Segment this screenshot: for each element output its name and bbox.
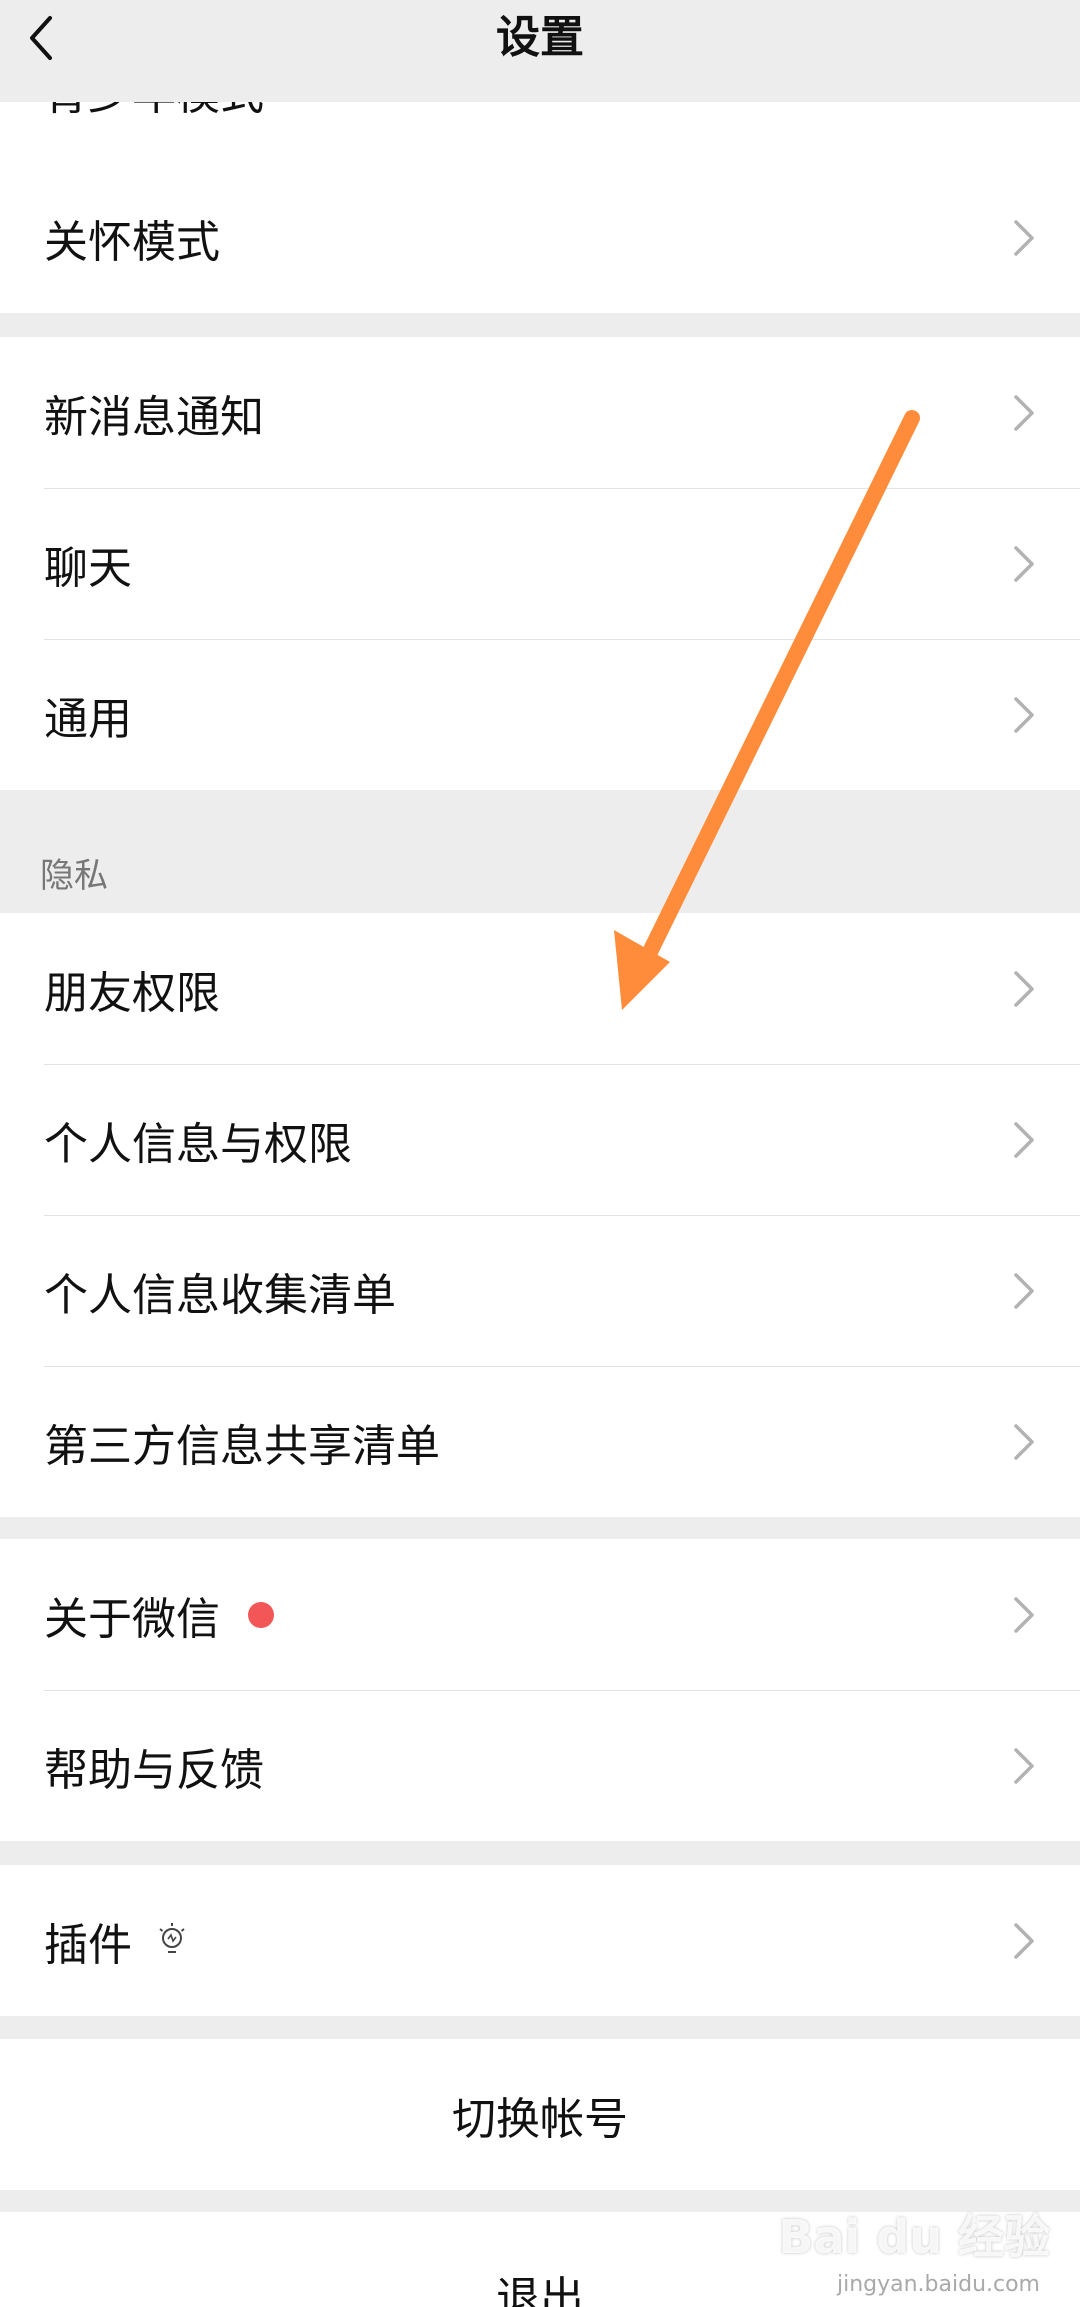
chevron-right-icon (1014, 970, 1034, 1007)
watermark-logo: Bai du 经验 (778, 2210, 1050, 2264)
settings-item-notifications[interactable]: 新消息通知 (0, 337, 1080, 488)
chevron-right-icon (1014, 1596, 1034, 1633)
logout-label: 退出 (496, 2273, 584, 2307)
page-title: 设置 (496, 12, 584, 63)
settings-group-general: 新消息通知 聊天 通用 (0, 337, 1080, 790)
settings-item-label: 个人信息与权限 (44, 1118, 352, 1170)
chevron-right-icon (1014, 1747, 1034, 1784)
chevron-right-icon (1014, 1272, 1034, 1309)
settings-group-about: 关于微信 帮助与反馈 (0, 1539, 1080, 1841)
settings-item-label: 第三方信息共享清单 (44, 1420, 440, 1472)
chevron-right-icon (1014, 394, 1034, 431)
settings-item-personal-info-permissions[interactable]: 个人信息与权限 (0, 1064, 1080, 1215)
settings-group-plugins: 插件 (0, 1865, 1080, 2016)
settings-item-friend-permissions[interactable]: 朋友权限 (0, 913, 1080, 1064)
chevron-right-icon (1014, 219, 1034, 256)
chevron-right-icon (1014, 1121, 1034, 1158)
switch-account-button[interactable]: 切换帐号 (0, 2039, 1080, 2190)
settings-item-plugins[interactable]: 插件 (0, 1865, 1080, 2016)
settings-item-label: 青少年模式 (44, 102, 264, 122)
chevron-right-icon (1014, 696, 1034, 733)
switch-account-group: 切换帐号 (0, 2039, 1080, 2190)
settings-item-chat[interactable]: 聊天 (0, 488, 1080, 639)
settings-item-label: 关于微信 (44, 1593, 220, 1645)
settings-item-label: 插件 (44, 1919, 132, 1971)
red-dot-icon (248, 1601, 274, 1628)
settings-item-help-feedback[interactable]: 帮助与反馈 (0, 1690, 1080, 1841)
section-label-privacy: 隐私 (40, 856, 108, 896)
settings-group-care: 关怀模式 (0, 162, 1080, 313)
settings-group-privacy: 朋友权限 个人信息与权限 个人信息收集清单 第三方信息共享清单 (0, 913, 1080, 1517)
settings-item-care-mode[interactable]: 关怀模式 (0, 162, 1080, 313)
settings-item-teen-mode[interactable]: 青少年模式 (0, 102, 1080, 162)
settings-item-label: 朋友权限 (44, 967, 220, 1019)
switch-account-label: 切换帐号 (452, 2093, 628, 2145)
settings-item-label: 新消息通知 (44, 391, 264, 443)
settings-item-about-wechat[interactable]: 关于微信 (0, 1539, 1080, 1690)
settings-item-label: 通用 (44, 693, 132, 745)
settings-item-info-collection-list[interactable]: 个人信息收集清单 (0, 1215, 1080, 1366)
settings-item-third-party-sharing-list[interactable]: 第三方信息共享清单 (0, 1366, 1080, 1517)
chevron-right-icon (1014, 1922, 1034, 1959)
settings-item-label: 个人信息收集清单 (44, 1269, 396, 1321)
settings-item-label: 关怀模式 (44, 216, 220, 268)
chevron-right-icon (1014, 545, 1034, 582)
settings-item-general[interactable]: 通用 (0, 639, 1080, 790)
settings-item-label: 聊天 (44, 542, 132, 594)
lightbulb-icon (159, 1922, 185, 1953)
top-bar: 设置 (0, 0, 1080, 102)
watermark-url: jingyan.baidu.com (836, 2272, 1040, 2297)
settings-item-label: 帮助与反馈 (44, 1744, 264, 1796)
chevron-right-icon (1014, 1423, 1034, 1460)
